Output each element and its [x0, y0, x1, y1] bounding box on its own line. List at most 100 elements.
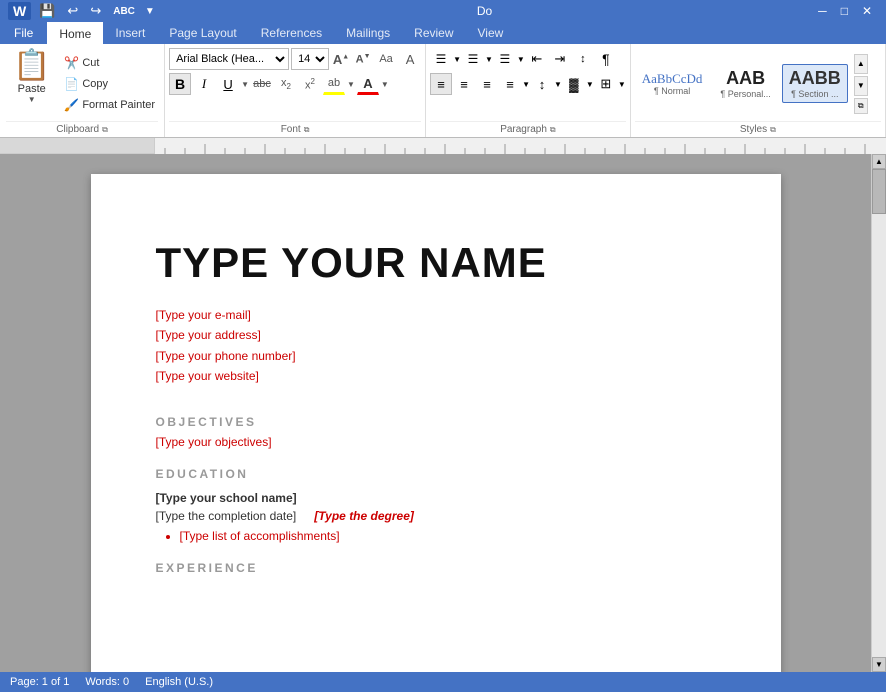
- numbering-dropdown[interactable]: ▼: [485, 55, 493, 64]
- objectives-content: [Type your objectives]: [156, 435, 716, 449]
- subscript-btn[interactable]: x2: [275, 73, 297, 95]
- copy-icon: 📄: [64, 77, 79, 91]
- highlight-dropdown[interactable]: ▼: [347, 80, 355, 89]
- cut-label: Cut: [82, 57, 99, 69]
- line-spacing-btn[interactable]: ↕: [531, 73, 553, 95]
- font-case-btn[interactable]: Aa: [375, 48, 397, 70]
- styles-expand-icon[interactable]: ⧉: [770, 125, 776, 135]
- copy-label: Copy: [82, 78, 108, 90]
- scroll-thumb[interactable]: [872, 169, 886, 214]
- doc-scroll-area[interactable]: TYPE YOUR NAME [Type your e-mail] [Type …: [0, 154, 871, 672]
- quick-redo-btn[interactable]: ↪: [86, 2, 105, 20]
- tab-mailings[interactable]: Mailings: [334, 22, 402, 44]
- vertical-scrollbar[interactable]: ▲ ▼: [871, 154, 886, 672]
- decrease-indent-btn[interactable]: ⇤: [526, 48, 548, 70]
- style-normal[interactable]: AaBbCcDd ¶ Normal: [635, 67, 710, 101]
- paste-label: Paste: [18, 83, 46, 95]
- style-normal-label: ¶ Normal: [654, 86, 690, 96]
- contact-info: [Type your e-mail] [Type your address] […: [156, 305, 716, 387]
- minimize-btn[interactable]: ─: [812, 4, 833, 18]
- align-center-btn[interactable]: ≡: [453, 73, 475, 95]
- multilevel-btn[interactable]: ☰: [494, 48, 516, 70]
- style-normal-preview: AaBbCcDd: [642, 71, 703, 87]
- font-name-select[interactable]: Arial Black (Hea...: [169, 48, 289, 70]
- doc-name: TYPE YOUR NAME: [156, 239, 716, 287]
- cut-icon: ✂️: [64, 56, 79, 70]
- align-dropdown[interactable]: ▼: [522, 80, 530, 89]
- styles-more[interactable]: ⧉: [854, 98, 868, 114]
- cut-button[interactable]: ✂️ Cut: [61, 54, 158, 72]
- paragraph-expand-icon[interactable]: ⧉: [550, 125, 556, 135]
- increase-indent-btn[interactable]: ⇥: [549, 48, 571, 70]
- shading-btn[interactable]: ▓: [563, 73, 585, 95]
- paste-button[interactable]: 📋 Paste ▼: [6, 48, 57, 119]
- tab-insert[interactable]: Insert: [103, 22, 157, 44]
- font-expand-icon[interactable]: ⧉: [304, 125, 310, 135]
- styles-scroll-up[interactable]: ▲: [854, 54, 868, 74]
- close-btn[interactable]: ✕: [856, 4, 878, 18]
- superscript-btn[interactable]: x2: [299, 73, 321, 95]
- text-highlight-btn[interactable]: ab: [323, 73, 345, 95]
- paragraph-group-label: Paragraph ⧉: [430, 121, 626, 137]
- bold-btn[interactable]: B: [169, 73, 191, 95]
- numbering-btn[interactable]: ☰: [462, 48, 484, 70]
- quick-save-btn[interactable]: 💾: [35, 2, 59, 20]
- clipboard-group-label: Clipboard ⧉: [6, 121, 158, 137]
- clear-format-btn[interactable]: A: [399, 48, 421, 70]
- maximize-btn[interactable]: □: [835, 4, 854, 18]
- format-painter-button[interactable]: 🖌️ Format Painter: [61, 96, 158, 114]
- italic-btn[interactable]: I: [193, 73, 215, 95]
- scroll-track[interactable]: [872, 169, 886, 657]
- multilevel-dropdown[interactable]: ▼: [517, 55, 525, 64]
- style-nospacing-label: ¶ Personal...: [720, 89, 770, 99]
- word-logo: W: [8, 2, 31, 20]
- underline-btn[interactable]: U: [217, 73, 239, 95]
- style-section[interactable]: AABB ¶ Section ...: [782, 64, 848, 104]
- scroll-up-btn[interactable]: ▲: [872, 154, 886, 169]
- scroll-down-btn[interactable]: ▼: [872, 657, 886, 672]
- styles-group-label: Styles ⧉: [635, 121, 881, 137]
- experience-heading: EXPERIENCE: [156, 561, 716, 575]
- sort-btn[interactable]: ↕: [572, 48, 594, 70]
- align-left-btn[interactable]: ≡: [430, 73, 452, 95]
- font-group: Arial Black (Hea... 14 A▲ A▼ Aa A B I U …: [165, 44, 426, 137]
- justify-btn[interactable]: ≡: [499, 73, 521, 95]
- quick-spellcheck-btn[interactable]: ABC: [109, 5, 139, 18]
- tab-references[interactable]: References: [249, 22, 334, 44]
- linespace-dropdown[interactable]: ▼: [554, 80, 562, 89]
- format-painter-label: Format Painter: [82, 99, 155, 111]
- bullets-dropdown[interactable]: ▼: [453, 55, 461, 64]
- quick-more-btn[interactable]: ▼: [143, 5, 157, 18]
- align-right-btn[interactable]: ≡: [476, 73, 498, 95]
- tab-file[interactable]: File: [0, 22, 47, 44]
- accomplishments-list: [Type list of accomplishments]: [180, 529, 716, 543]
- tab-home[interactable]: Home: [47, 22, 103, 44]
- font-color-btn[interactable]: A: [357, 73, 379, 95]
- paste-dropdown-icon: ▼: [28, 95, 36, 104]
- tab-view[interactable]: View: [466, 22, 516, 44]
- document-page: TYPE YOUR NAME [Type your e-mail] [Type …: [91, 174, 781, 672]
- underline-dropdown[interactable]: ▼: [241, 80, 249, 89]
- style-no-spacing[interactable]: AAB ¶ Personal...: [713, 64, 777, 104]
- website-placeholder: [Type your website]: [156, 366, 716, 386]
- tab-pagelayout[interactable]: Page Layout: [157, 22, 248, 44]
- show-formatting-btn[interactable]: ¶: [595, 48, 617, 70]
- strikethrough-btn[interactable]: abc: [251, 73, 273, 95]
- styles-scroll-down[interactable]: ▼: [854, 76, 868, 96]
- ribbon: 📋 Paste ▼ ✂️ Cut 📄 Copy 🖌️ Format Painte…: [0, 44, 886, 138]
- font-shrink-btn[interactable]: A▼: [353, 48, 373, 70]
- paste-icon: 📋: [13, 51, 50, 81]
- font-grow-btn[interactable]: A▲: [331, 48, 351, 70]
- shading-dropdown[interactable]: ▼: [586, 80, 594, 89]
- fontcolor-dropdown[interactable]: ▼: [381, 80, 389, 89]
- bullets-btn[interactable]: ☰: [430, 48, 452, 70]
- copy-button[interactable]: 📄 Copy: [61, 75, 158, 93]
- borders-dropdown[interactable]: ▼: [618, 80, 626, 89]
- font-size-select[interactable]: 14: [291, 48, 329, 70]
- style-section-preview: AABB: [789, 68, 841, 90]
- quick-undo-btn[interactable]: ↩: [63, 2, 82, 20]
- tab-review[interactable]: Review: [402, 22, 465, 44]
- email-placeholder: [Type your e-mail]: [156, 305, 716, 325]
- borders-btn[interactable]: ⊞: [595, 73, 617, 95]
- clipboard-expand-icon[interactable]: ⧉: [102, 125, 108, 135]
